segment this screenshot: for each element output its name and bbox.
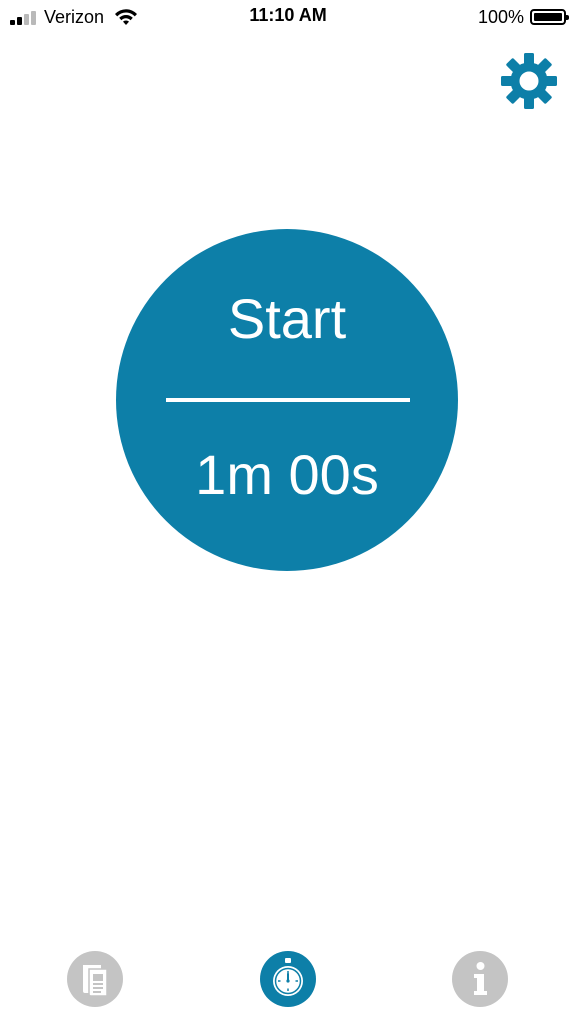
notes-icon <box>67 951 123 1007</box>
gear-icon <box>501 53 557 109</box>
timer-divider <box>166 398 410 402</box>
status-right: 100% <box>477 4 569 30</box>
start-label: Start <box>227 287 347 350</box>
battery-percent: 100% <box>477 6 524 27</box>
start-timer-button[interactable]: Start 1m 00s <box>116 229 458 571</box>
settings-button[interactable] <box>499 51 559 111</box>
tab-timer[interactable] <box>259 950 317 1008</box>
status-bar: Verizon 11:10 AM 100% <box>0 0 576 34</box>
tab-info[interactable] <box>451 950 509 1008</box>
stopwatch-icon <box>260 951 316 1007</box>
tab-notes[interactable] <box>66 950 124 1008</box>
battery-icon <box>530 9 569 25</box>
timer-duration: 1m 00s <box>195 443 379 506</box>
info-icon <box>452 951 508 1007</box>
